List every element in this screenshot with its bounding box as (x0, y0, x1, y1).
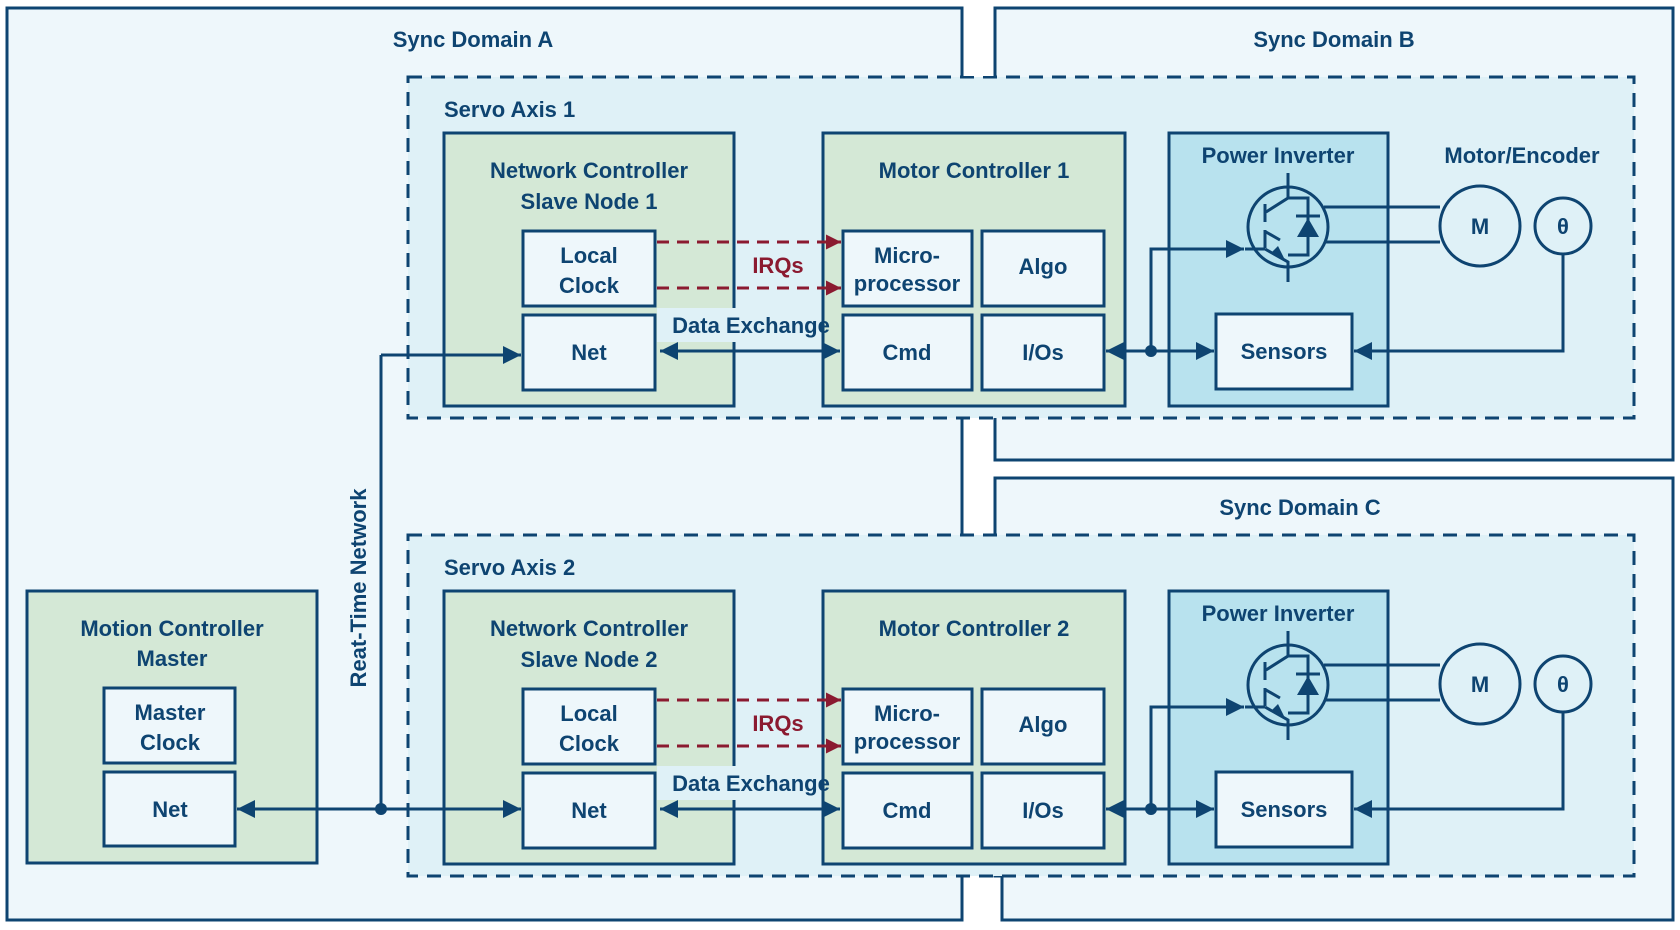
local-clock-label-2: Clock (559, 731, 620, 756)
microprocessor-label-2: processor (854, 729, 961, 754)
encoder-symbol: θ (1557, 214, 1569, 239)
motor-encoder-label: Motor/Encoder (1444, 143, 1600, 168)
network-label: Reat-Time Network (346, 488, 371, 688)
domain-gap-bottom (963, 877, 1001, 930)
ios-label: I/Os (1022, 798, 1064, 823)
sync-domain-c-label: Sync Domain C (1219, 495, 1380, 520)
slave-net-label: Net (571, 798, 607, 823)
network-controller-title-2: Slave Node 1 (521, 189, 658, 214)
network-controller-title-2: Slave Node 2 (521, 647, 658, 672)
encoder-symbol: θ (1557, 672, 1569, 697)
network-junction-dot (375, 803, 387, 815)
local-clock-label-1: Local (560, 701, 617, 726)
sync-domain-a-label: Sync Domain A (393, 27, 554, 52)
io-junction-dot (1145, 345, 1157, 357)
io-junction-dot (1145, 803, 1157, 815)
irq-label: IRQs (752, 253, 803, 278)
servo-axis-label: Servo Axis 2 (444, 555, 575, 580)
network-controller-title-1: Network Controller (490, 616, 688, 641)
servo-axis-label: Servo Axis 1 (444, 97, 575, 122)
servo-axis-2: Servo Axis 2 Network Controller Slave Node… (406, 533, 1636, 878)
sensors-label: Sensors (1241, 339, 1328, 364)
motion-controller-master: Motion Controller Master Master Clock Ne… (25, 589, 319, 865)
network-controller-title-1: Network Controller (490, 158, 688, 183)
local-clock-label-2: Clock (559, 273, 620, 298)
servo-axis-1: Servo Axis 1 Network Controller Slave Node… (406, 75, 1636, 420)
local-clock-label-1: Local (560, 243, 617, 268)
sensors-label: Sensors (1241, 797, 1328, 822)
master-net-label: Net (152, 797, 188, 822)
cmd-label: Cmd (883, 798, 932, 823)
ios-label: I/Os (1022, 340, 1064, 365)
algo-label: Algo (1019, 254, 1068, 279)
motor-symbol: M (1471, 672, 1489, 697)
motor-controller-title: Motor Controller 2 (879, 616, 1070, 641)
data-exchange-label: Data Exchange (672, 771, 830, 796)
sync-domain-diagram: Sync Domain A Sync Domain B Sync Domain … (5, 6, 1675, 930)
domain-gap-bc (993, 461, 1674, 477)
irq-label: IRQs (752, 711, 803, 736)
domain-gap-middle (963, 419, 994, 534)
cmd-label: Cmd (883, 340, 932, 365)
algo-label: Algo (1019, 712, 1068, 737)
power-inverter-title: Power Inverter (1202, 143, 1355, 168)
sync-domain-b-label: Sync Domain B (1253, 27, 1414, 52)
microprocessor-label-2: processor (854, 271, 961, 296)
microprocessor-label-1: Micro- (874, 701, 940, 726)
domain-gap-top (963, 9, 994, 76)
motor-symbol: M (1471, 214, 1489, 239)
motion-controller-title-1: Motion Controller (80, 616, 264, 641)
master-clock-label-1: Master (135, 700, 206, 725)
microprocessor-label-1: Micro- (874, 243, 940, 268)
master-clock-label-2: Clock (140, 730, 201, 755)
motor-controller-title: Motor Controller 1 (879, 158, 1070, 183)
slave-net-label: Net (571, 340, 607, 365)
data-exchange-label: Data Exchange (672, 313, 830, 338)
power-inverter-title: Power Inverter (1202, 601, 1355, 626)
motion-controller-title-2: Master (137, 646, 208, 671)
